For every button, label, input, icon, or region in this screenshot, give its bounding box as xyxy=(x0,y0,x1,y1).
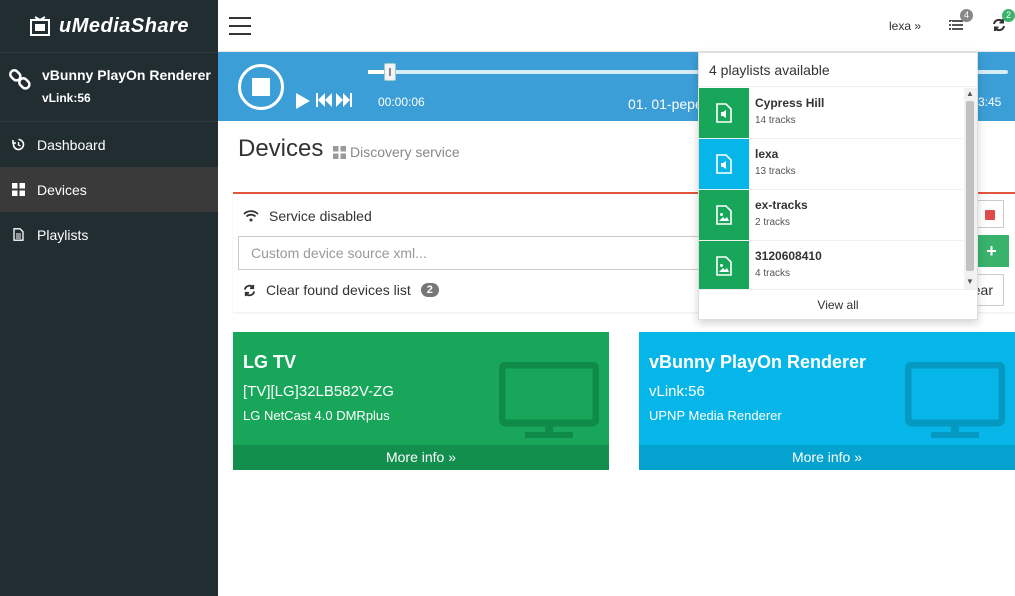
sync-badge: 2 xyxy=(1002,9,1015,22)
add-source-button[interactable]: + xyxy=(974,235,1009,267)
page-subtitle: Discovery service xyxy=(333,144,460,160)
playlist-item[interactable]: 3120608410 4 tracks xyxy=(699,241,963,289)
device-desc: UPNP Media Renderer xyxy=(649,408,782,423)
audio-file-icon xyxy=(699,139,749,189)
playlist-name: Cypress Hill xyxy=(755,96,825,110)
service-status: Service disabled xyxy=(243,208,372,224)
renderer-name: vBunny PlayOn Renderer xyxy=(42,67,211,83)
device-name: LG TV xyxy=(243,352,296,372)
page-subtitle-text: Discovery service xyxy=(350,144,460,160)
found-count-badge: 2 xyxy=(420,283,439,297)
stop-icon xyxy=(252,78,270,96)
progress-fill xyxy=(368,70,386,74)
playlist-count: 13 tracks xyxy=(755,166,796,177)
device-card: LG TV [TV][LG]32LB582V-ZG LG NetCast 4.0… xyxy=(233,332,609,470)
service-status-text: Service disabled xyxy=(269,208,372,224)
playlist-count: 2 tracks xyxy=(755,217,791,228)
device-card: vBunny PlayOn Renderer vLink:56 UPNP Med… xyxy=(639,332,1015,470)
playlists-menu-icon[interactable] xyxy=(949,19,963,37)
history-icon xyxy=(12,138,25,151)
page-title: Devices xyxy=(238,135,324,162)
device-desc: LG NetCast 4.0 DMRplus xyxy=(243,408,390,423)
track-title: 01. 01-pepe xyxy=(628,96,703,112)
link-icon xyxy=(9,69,31,90)
stop-button[interactable] xyxy=(238,64,284,110)
scroll-up-icon[interactable]: ▲ xyxy=(966,89,974,98)
menu-toggle-icon[interactable] xyxy=(229,17,251,35)
refresh-icon xyxy=(243,284,256,296)
sidebar-item-dashboard[interactable]: Dashboard xyxy=(0,122,218,167)
top-header: lexa » 4 2 xyxy=(218,0,1015,52)
total-time: 3:45 xyxy=(978,95,1002,109)
scroll-thumb[interactable] xyxy=(966,101,974,271)
dropdown-scrollbar[interactable]: ▲ ▼ xyxy=(964,88,977,289)
document-icon xyxy=(13,228,24,241)
image-file-icon xyxy=(699,241,749,289)
playlist-item[interactable]: Cypress Hill 14 tracks xyxy=(699,88,963,139)
playlist-list[interactable]: Cypress Hill 14 tracks lexa 13 tracks ex… xyxy=(699,88,963,289)
previous-icon[interactable] xyxy=(316,93,332,112)
next-icon[interactable] xyxy=(336,93,352,112)
tv-icon xyxy=(499,362,599,438)
app-title: uMediaShare xyxy=(59,14,189,37)
playlist-name: 3120608410 xyxy=(755,249,822,263)
brand[interactable]: uMediaShare xyxy=(0,0,218,52)
dropdown-header: 4 playlists available xyxy=(699,53,977,87)
device-model: vLink:56 xyxy=(649,383,705,400)
active-renderer[interactable]: vBunny PlayOn Renderer vLink:56 xyxy=(0,52,218,122)
playlist-item[interactable]: ex-tracks 2 tracks xyxy=(699,190,963,241)
renderer-sub: vLink:56 xyxy=(42,91,91,105)
playlist-count: 4 tracks xyxy=(755,268,791,279)
image-file-icon xyxy=(699,190,749,240)
scroll-down-icon[interactable]: ▼ xyxy=(966,277,974,286)
sidebar-item-label: Dashboard xyxy=(37,136,106,153)
sidebar-item-label: Playlists xyxy=(37,226,89,243)
device-name: vBunny PlayOn Renderer xyxy=(649,352,867,372)
wifi-icon xyxy=(243,210,259,222)
sidebar: uMediaShare vBunny PlayOn Renderer vLink… xyxy=(0,0,218,596)
more-info-link[interactable]: More info » xyxy=(639,445,1015,470)
play-icon[interactable] xyxy=(296,93,310,114)
clear-found-devices-link[interactable]: Clear found devices list 2 xyxy=(243,282,439,298)
playlist-item[interactable]: lexa 13 tracks xyxy=(699,139,963,190)
user-menu-link[interactable]: lexa » xyxy=(889,19,921,33)
more-info-link[interactable]: More info » xyxy=(233,445,609,470)
film-icon xyxy=(30,16,50,36)
grid-icon xyxy=(333,145,346,159)
clear-label: Clear found devices list xyxy=(266,282,411,298)
playlist-name: ex-tracks xyxy=(755,198,808,212)
view-all-link[interactable]: View all xyxy=(699,289,977,319)
tv-icon xyxy=(905,362,1005,438)
grid-icon xyxy=(12,183,25,196)
sidebar-item-devices[interactable]: Devices xyxy=(0,167,218,212)
stop-service-button[interactable] xyxy=(974,200,1004,228)
playlists-dropdown: 4 playlists available Cypress Hill 14 tr… xyxy=(698,52,978,320)
device-model: [TV][LG]32LB582V-ZG xyxy=(243,383,394,400)
sidebar-item-label: Devices xyxy=(37,181,87,198)
playlist-name: lexa xyxy=(755,147,779,161)
audio-file-icon xyxy=(699,88,749,138)
playlists-badge: 4 xyxy=(960,9,974,22)
elapsed-time: 00:00:06 xyxy=(378,95,425,109)
sidebar-item-playlists[interactable]: Playlists xyxy=(0,212,218,257)
progress-handle[interactable] xyxy=(384,63,396,81)
playlist-count: 14 tracks xyxy=(755,115,796,126)
